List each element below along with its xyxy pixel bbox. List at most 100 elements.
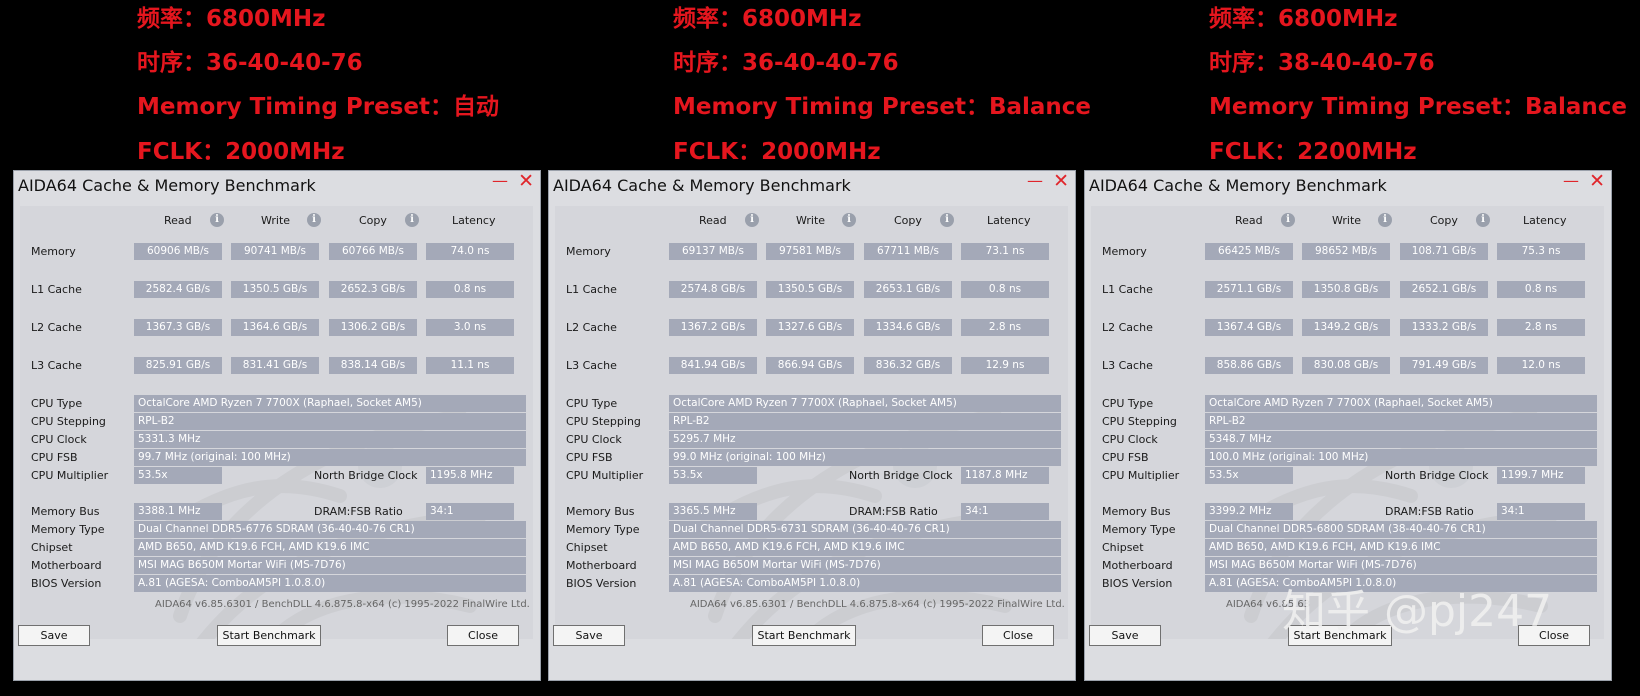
l1-cache-write-value: 1350.8 GB/s bbox=[1302, 281, 1390, 298]
chipset-label: Chipset bbox=[31, 541, 73, 554]
memory-type-value: Dual Channel DDR5-6731 SDRAM (36-40-40-7… bbox=[669, 521, 1061, 538]
banner-frequency: 频率：6800MHz bbox=[673, 6, 862, 32]
dram-ratio-value: 34:1 bbox=[1497, 503, 1585, 520]
l2-cache-label: L2 Cache bbox=[31, 321, 82, 334]
read-info-icon[interactable]: i bbox=[745, 213, 759, 227]
minimize-icon[interactable]: — bbox=[492, 171, 508, 190]
l2-cache-label: L2 Cache bbox=[566, 321, 617, 334]
banner-1: 频率：6800MHz 时序：36-40-40-76 Memory Timing … bbox=[137, 0, 657, 170]
memory-read-value: 60906 MB/s bbox=[134, 243, 222, 260]
memory-copy-value: 60766 MB/s bbox=[329, 243, 417, 260]
cpu-stepping-label: CPU Stepping bbox=[1102, 415, 1177, 428]
l3-cache-write-value: 866.94 GB/s bbox=[766, 357, 854, 374]
aida64-window-2: AIDA64 Cache & Memory Benchmark — ✕ Read… bbox=[548, 170, 1076, 681]
write-info-icon[interactable]: i bbox=[307, 213, 321, 227]
memory-label: Memory bbox=[566, 245, 611, 258]
memory-write-value: 90741 MB/s bbox=[231, 243, 319, 260]
start-benchmark-button[interactable]: Start Benchmark bbox=[752, 625, 856, 646]
l1-cache-latency-value: 0.8 ns bbox=[426, 281, 514, 298]
nb-clock-value: 1199.7 MHz bbox=[1497, 467, 1585, 484]
bios-version-value: A.81 (AGESA: ComboAM5PI 1.0.8.0) bbox=[669, 575, 1061, 592]
l1-cache-read-value: 2574.8 GB/s bbox=[669, 281, 757, 298]
cpu-clock-label: CPU Clock bbox=[1102, 433, 1158, 446]
dram-ratio-value: 34:1 bbox=[961, 503, 1049, 520]
save-button[interactable]: Save bbox=[18, 625, 90, 646]
nb-clock-value: 1187.8 MHz bbox=[961, 467, 1049, 484]
cpu-multiplier-label: CPU Multiplier bbox=[566, 469, 644, 482]
cpu-multiplier-value: 53.5x bbox=[1205, 467, 1293, 484]
close-icon[interactable]: ✕ bbox=[518, 171, 534, 192]
close-icon[interactable]: ✕ bbox=[1589, 171, 1605, 192]
write-header: Write bbox=[261, 214, 291, 227]
cpu-type-label: CPU Type bbox=[31, 397, 83, 410]
read-header: Read bbox=[1235, 214, 1263, 227]
write-info-icon[interactable]: i bbox=[842, 213, 856, 227]
l2-cache-write-value: 1364.6 GB/s bbox=[231, 319, 319, 336]
l1-cache-latency-value: 0.8 ns bbox=[1497, 281, 1585, 298]
motherboard-value: MSI MAG B650M Mortar WiFi (MS-7D76) bbox=[1205, 557, 1597, 574]
l2-cache-read-value: 1367.2 GB/s bbox=[669, 319, 757, 336]
memory-type-label: Memory Type bbox=[31, 523, 105, 536]
l2-cache-write-value: 1349.2 GB/s bbox=[1302, 319, 1390, 336]
banner-timing: 时序：38-40-40-76 bbox=[1209, 50, 1435, 76]
minimize-icon[interactable]: — bbox=[1563, 171, 1579, 190]
memory-bus-label: Memory Bus bbox=[566, 505, 635, 518]
dram-ratio-value: 34:1 bbox=[426, 503, 514, 520]
memory-type-value: Dual Channel DDR5-6776 SDRAM (36-40-40-7… bbox=[134, 521, 526, 538]
close-button[interactable]: Close bbox=[447, 625, 519, 646]
cpu-stepping-label: CPU Stepping bbox=[566, 415, 641, 428]
bios-version-label: BIOS Version bbox=[566, 577, 637, 590]
nb-clock-value: 1195.8 MHz bbox=[426, 467, 514, 484]
cpu-type-label: CPU Type bbox=[1102, 397, 1154, 410]
l1-cache-label: L1 Cache bbox=[566, 283, 617, 296]
l1-cache-read-value: 2571.1 GB/s bbox=[1205, 281, 1293, 298]
banner-fclk: FCLK：2000MHz bbox=[137, 139, 345, 165]
motherboard-label: Motherboard bbox=[1102, 559, 1173, 572]
start-benchmark-button[interactable]: Start Benchmark bbox=[217, 625, 321, 646]
save-button[interactable]: Save bbox=[1089, 625, 1161, 646]
l1-cache-latency-value: 0.8 ns bbox=[961, 281, 1049, 298]
cpu-clock-value: 5295.7 MHz bbox=[669, 431, 1061, 448]
read-info-icon[interactable]: i bbox=[1281, 213, 1295, 227]
cpu-fsb-label: CPU FSB bbox=[1102, 451, 1149, 464]
minimize-icon[interactable]: — bbox=[1027, 171, 1043, 190]
copy-info-icon[interactable]: i bbox=[940, 213, 954, 227]
zhihu-watermark: 知乎 @pj247 bbox=[1282, 586, 1553, 637]
chipset-label: Chipset bbox=[1102, 541, 1144, 554]
chipset-value: AMD B650, AMD K19.6 FCH, AMD K19.6 IMC bbox=[669, 539, 1061, 556]
read-info-icon[interactable]: i bbox=[210, 213, 224, 227]
cpu-multiplier-value: 53.5x bbox=[669, 467, 757, 484]
cpu-clock-value: 5348.7 MHz bbox=[1205, 431, 1597, 448]
banner-fclk: FCLK：2000MHz bbox=[673, 139, 881, 165]
copy-info-icon[interactable]: i bbox=[1476, 213, 1490, 227]
nb-clock-label: North Bridge Clock bbox=[1385, 469, 1489, 482]
version-footer: AIDA64 v6.85.6301 / BenchDLL 4.6.875.8-x… bbox=[690, 599, 1065, 610]
l2-cache-latency-value: 2.8 ns bbox=[1497, 319, 1585, 336]
memory-label: Memory bbox=[31, 245, 76, 258]
l1-cache-label: L1 Cache bbox=[1102, 283, 1153, 296]
write-header: Write bbox=[796, 214, 826, 227]
cpu-fsb-value: 99.7 MHz (original: 100 MHz) bbox=[134, 449, 526, 466]
cpu-stepping-value: RPL-B2 bbox=[669, 413, 1061, 430]
l3-cache-copy-value: 791.49 GB/s bbox=[1400, 357, 1488, 374]
close-button[interactable]: Close bbox=[982, 625, 1054, 646]
copy-header: Copy bbox=[1430, 214, 1458, 227]
cpu-multiplier-value: 53.5x bbox=[134, 467, 222, 484]
l1-cache-write-value: 1350.5 GB/s bbox=[766, 281, 854, 298]
l3-cache-label: L3 Cache bbox=[1102, 359, 1153, 372]
aida64-window-1: AIDA64 Cache & Memory Benchmark — ✕ Read… bbox=[13, 170, 541, 681]
save-button[interactable]: Save bbox=[553, 625, 625, 646]
window-title: AIDA64 Cache & Memory Benchmark bbox=[1089, 176, 1387, 195]
l2-cache-label: L2 Cache bbox=[1102, 321, 1153, 334]
l3-cache-write-value: 830.08 GB/s bbox=[1302, 357, 1390, 374]
copy-info-icon[interactable]: i bbox=[405, 213, 419, 227]
cpu-type-value: OctalCore AMD Ryzen 7 7700X (Raphael, So… bbox=[1205, 395, 1597, 412]
memory-copy-value: 67711 MB/s bbox=[864, 243, 952, 260]
close-icon[interactable]: ✕ bbox=[1053, 171, 1069, 192]
banner-preset: Memory Timing Preset：Balance bbox=[1209, 94, 1628, 120]
motherboard-value: MSI MAG B650M Mortar WiFi (MS-7D76) bbox=[669, 557, 1061, 574]
motherboard-value: MSI MAG B650M Mortar WiFi (MS-7D76) bbox=[134, 557, 526, 574]
banner-timing: 时序：36-40-40-76 bbox=[137, 50, 363, 76]
write-info-icon[interactable]: i bbox=[1378, 213, 1392, 227]
l3-cache-label: L3 Cache bbox=[566, 359, 617, 372]
